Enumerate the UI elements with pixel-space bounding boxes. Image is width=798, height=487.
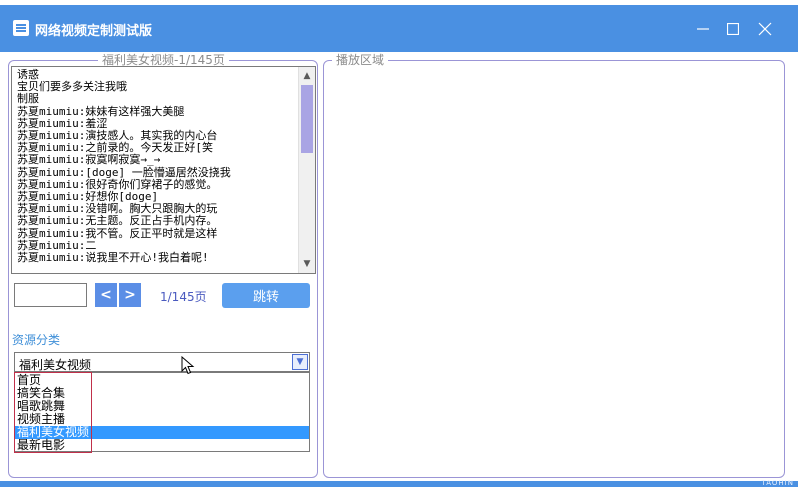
prev-page-button[interactable]: < — [95, 283, 117, 307]
mouse-cursor-icon — [181, 356, 195, 375]
list-item[interactable]: 制服 — [17, 93, 297, 105]
jump-button[interactable]: 跳转 — [222, 283, 310, 308]
list-item[interactable]: 宝贝们要多多关注我哦 — [17, 80, 297, 93]
bottom-bar — [0, 481, 798, 487]
category-selected-value: 福利美女视频 — [19, 358, 92, 372]
video-list-items: 诱惑 宝贝们要多多关注我哦 制服 苏夏miumiu:妹妹有这样强大美腿 苏夏mi… — [17, 68, 297, 264]
list-item[interactable]: 苏夏miumiu:我不管。反正平时就是这样 — [17, 227, 297, 240]
page-number-input[interactable] — [14, 283, 87, 307]
list-item[interactable]: 苏夏miumiu:妹妹有这样强大美腿 — [17, 105, 297, 118]
close-icon — [758, 22, 772, 36]
next-page-button[interactable]: > — [119, 283, 141, 307]
list-item[interactable]: 苏夏miumiu:寂寞啊寂寞→_→ — [17, 154, 297, 166]
category-select[interactable]: 福利美女视频 ▼ — [14, 352, 310, 372]
chevron-down-icon[interactable]: ▼ — [292, 354, 308, 370]
page-info: 1/145页 — [160, 290, 207, 304]
video-list[interactable]: 诱惑 宝贝们要多多关注我哦 制服 苏夏miumiu:妹妹有这样强大美腿 苏夏mi… — [11, 66, 316, 274]
app-logo-icon — [13, 20, 29, 36]
title-bar: 网络视频定制测试版 — [0, 5, 798, 52]
player-panel-legend: 播放区域 — [332, 53, 389, 67]
chevron-right-icon: > — [124, 287, 136, 303]
maximize-icon — [727, 23, 739, 35]
category-dropdown-list[interactable]: 首页 搞笑合集 唱歌跳舞 视频主播 福利美女视频 最新电影 — [14, 372, 310, 452]
footer-tag: TAOHIN — [761, 479, 794, 487]
minimize-icon — [697, 28, 709, 30]
scroll-down-icon[interactable]: ▼ — [299, 256, 315, 272]
video-list-scrollbar[interactable]: ▲ ▼ — [298, 67, 315, 273]
close-button[interactable] — [748, 15, 782, 43]
chevron-left-icon: < — [100, 287, 112, 303]
list-item[interactable]: 苏夏miumiu:[doge] 一脸懵逼居然没挠我 — [17, 166, 297, 179]
scroll-up-icon[interactable]: ▲ — [299, 68, 315, 84]
minimize-button[interactable] — [686, 15, 720, 43]
video-list-legend: 福利美女视频-1/145页 — [98, 53, 229, 67]
window-title: 网络视频定制测试版 — [35, 24, 153, 39]
category-label: 资源分类 — [12, 333, 61, 347]
player-panel: 播放区域 — [323, 53, 785, 478]
category-option[interactable]: 最新电影 — [15, 439, 309, 452]
list-item[interactable]: 苏夏miumiu:无主题。反正占手机内存。 — [17, 215, 297, 227]
scrollbar-thumb[interactable] — [301, 85, 313, 153]
maximize-button[interactable] — [716, 15, 750, 43]
list-item[interactable]: 苏夏miumiu:说我里不开心!我白着呢! — [17, 251, 297, 264]
